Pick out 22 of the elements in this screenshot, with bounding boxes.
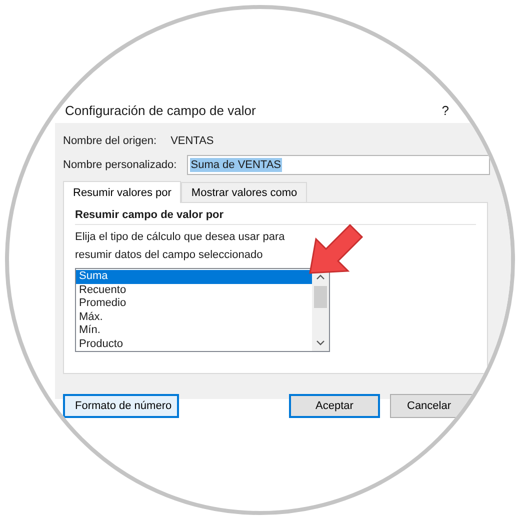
tab[interactable]: Mostrar valores como xyxy=(181,182,308,202)
list-item[interactable]: Suma xyxy=(76,270,312,284)
dialog-button[interactable]: Formato de número xyxy=(63,394,179,418)
chevron-down-icon[interactable] xyxy=(316,340,325,346)
chevron-up-icon[interactable] xyxy=(316,274,325,280)
list-item[interactable]: Recuento xyxy=(76,284,312,298)
dialog-title: Configuración de campo de valor xyxy=(65,102,256,118)
field-label: Nombre del origen: xyxy=(63,135,157,147)
dialog-button[interactable]: Aceptar xyxy=(289,394,380,418)
scroll-thumb[interactable] xyxy=(314,286,327,308)
source-name-value: VENTAS xyxy=(170,135,214,147)
custom-name-field[interactable]: Suma de VENTAS xyxy=(186,155,490,175)
help-button[interactable]: ? xyxy=(442,102,449,118)
arrow-icon xyxy=(306,221,366,277)
instruction-text: Elija el tipo de cálculo que desea usar para resumir datos del campo seleccionado xyxy=(75,230,286,263)
list-item[interactable]: Producto xyxy=(76,338,312,352)
list-item[interactable]: Máx. xyxy=(76,310,312,324)
section-heading: Resumir campo de valor por xyxy=(75,209,476,225)
field-label: Nombre personalizado: xyxy=(63,159,177,171)
tab[interactable]: Resumir valores por xyxy=(63,181,182,203)
list-item[interactable]: Mín. xyxy=(76,324,312,338)
list-item[interactable]: Promedio xyxy=(76,297,312,311)
